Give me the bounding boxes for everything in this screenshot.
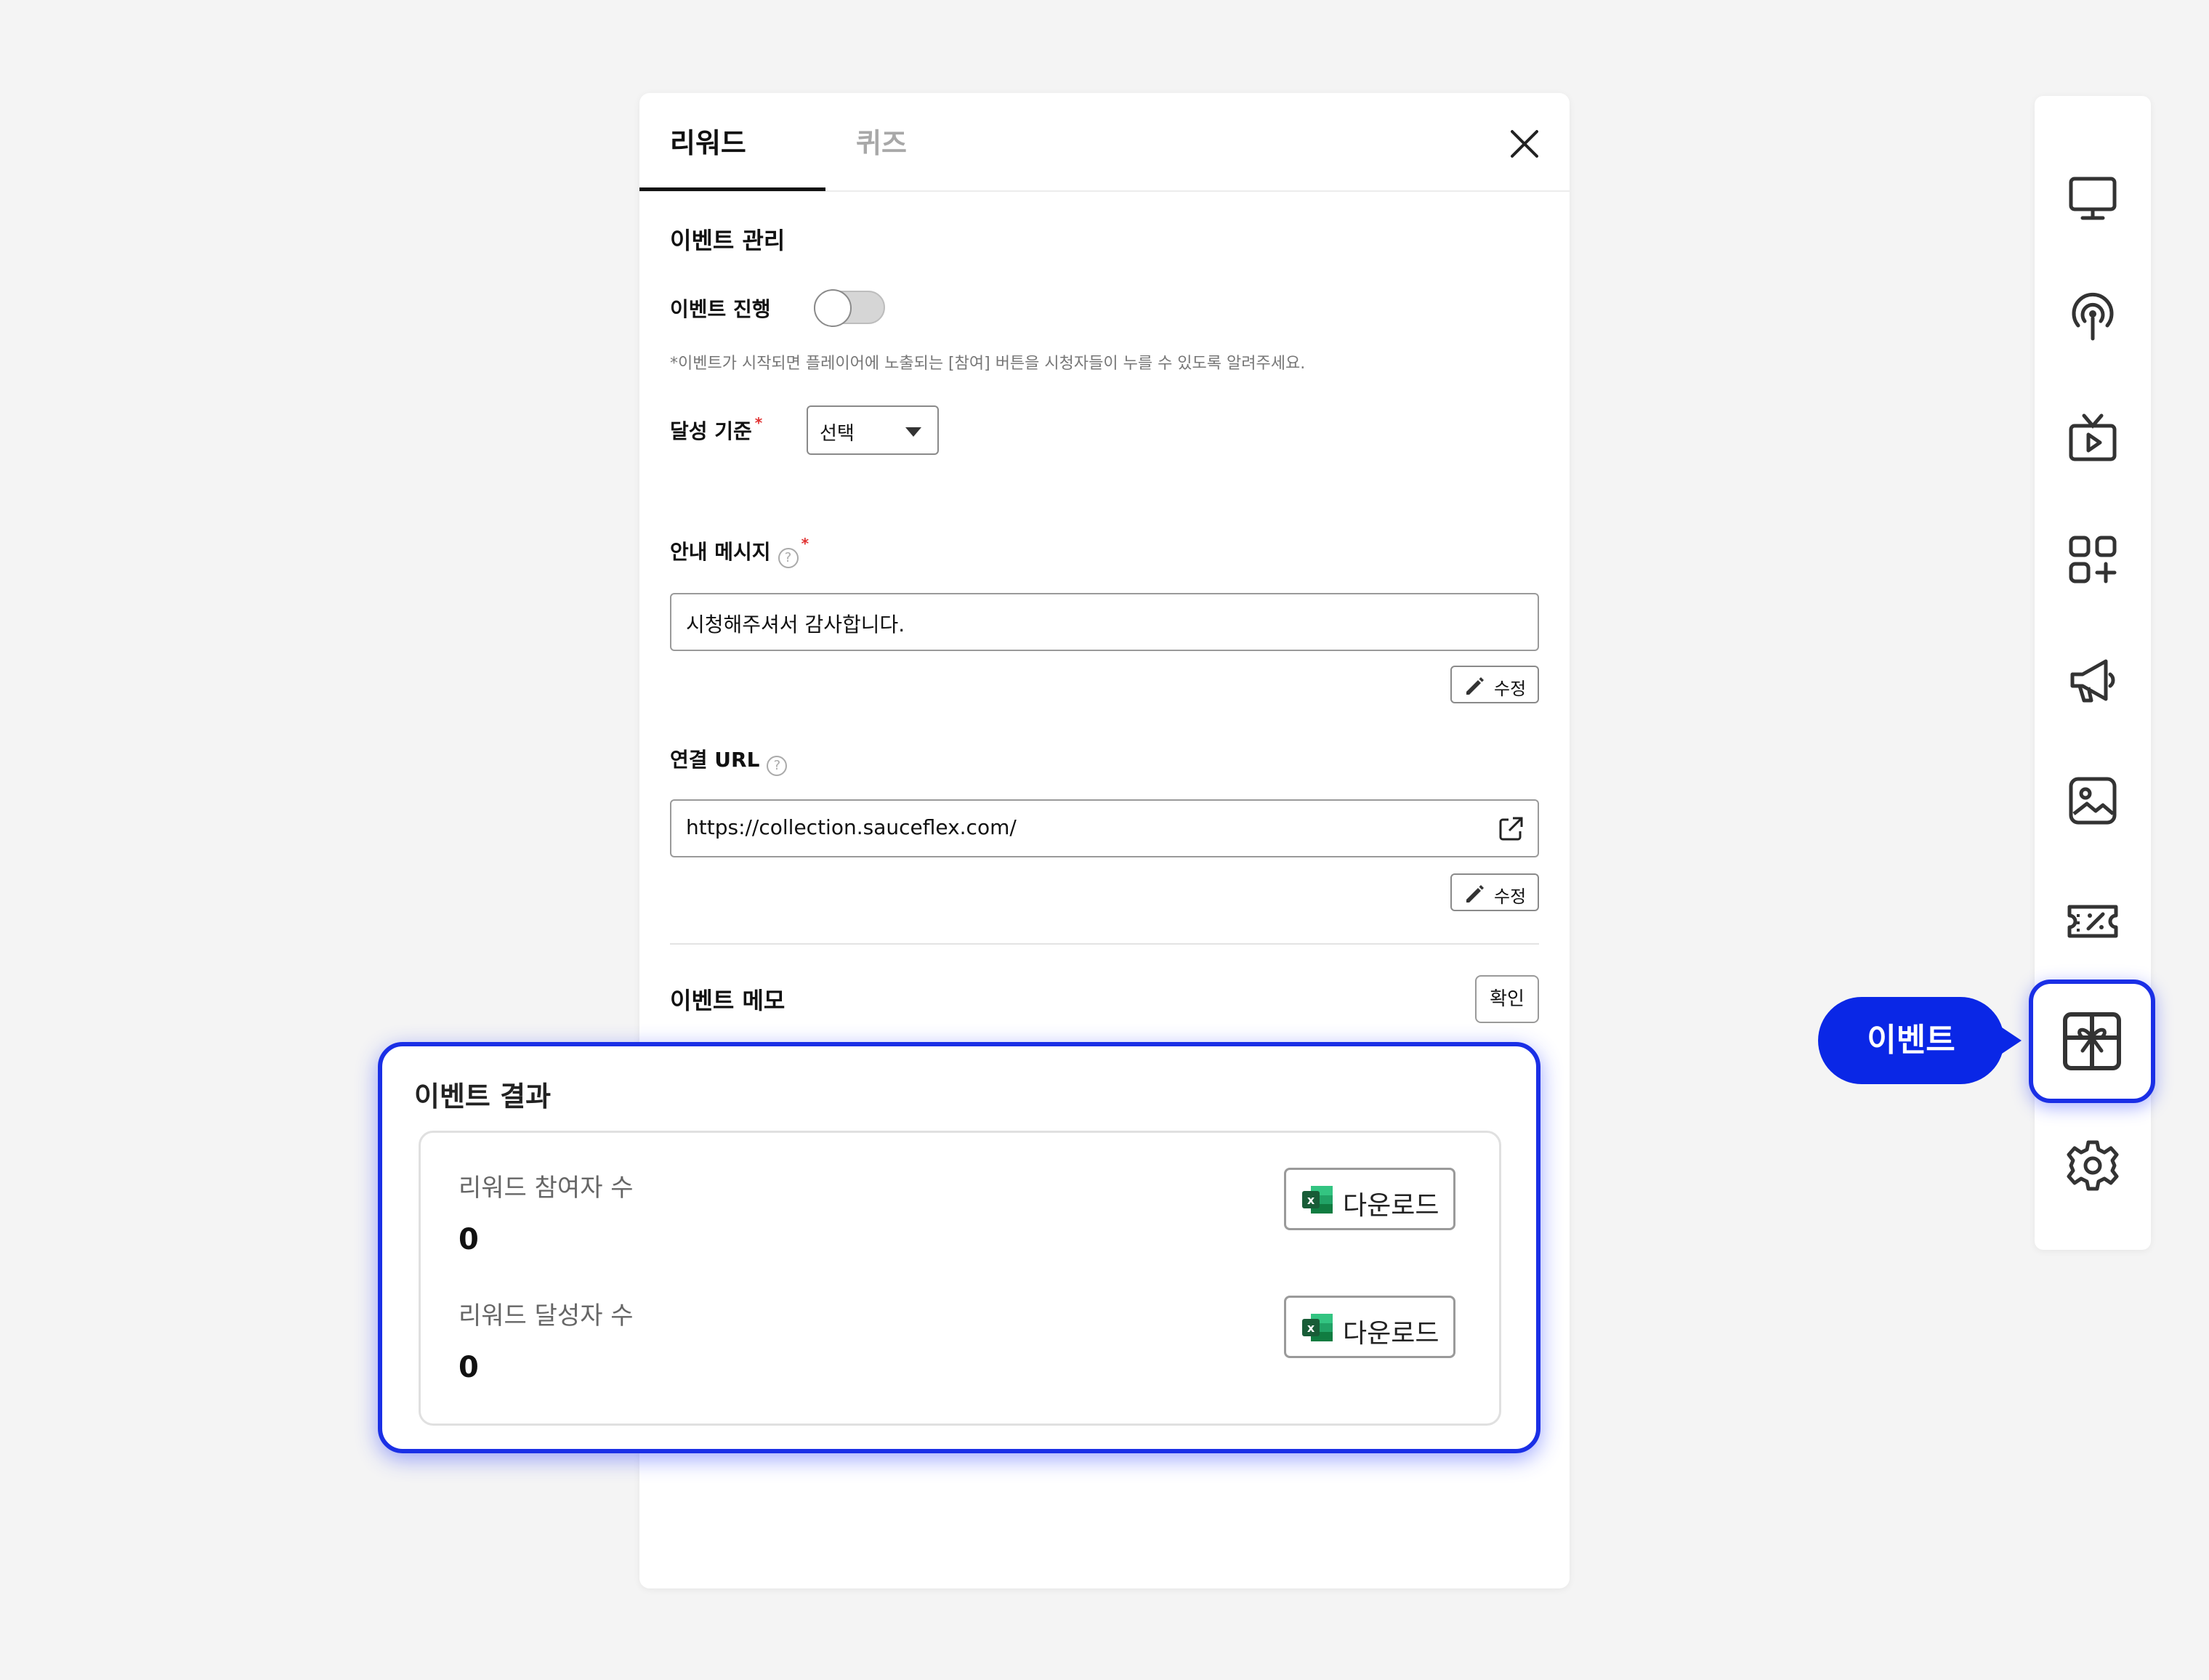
section-divider <box>670 943 1539 945</box>
message-edit-button[interactable]: 수정 <box>1450 666 1539 703</box>
event-result-card: 이벤트 결과 리워드 참여자 수 0 x 다운로드 리워드 달성자 수 0 x … <box>378 1042 1540 1453</box>
event-hint-text: *이벤트가 시작되면 플레이어에 노출되는 [참여] 버튼을 시청자들이 누를 … <box>670 355 1306 373</box>
app-stage: 리워드 퀴즈 이벤트 관리 이벤트 진행 *이벤트가 시작되면 플레이어에 노출… <box>0 0 2209 1680</box>
criteria-select-value: 선택 <box>820 423 855 445</box>
active-tab-indicator <box>639 187 825 191</box>
url-value: https://collection.sauceflex.com/ <box>686 815 1017 839</box>
event-progress-toggle[interactable] <box>814 289 885 327</box>
toggle-knob <box>814 289 852 327</box>
broadcast-icon[interactable] <box>2064 288 2122 346</box>
achievers-download-button[interactable]: x 다운로드 <box>1284 1296 1455 1358</box>
achievers-value: 0 <box>459 1351 479 1384</box>
event-progress-label: 이벤트 진행 <box>670 297 771 321</box>
event-memo-title: 이벤트 메모 <box>670 987 786 1014</box>
participants-download-button[interactable]: x 다운로드 <box>1284 1168 1455 1230</box>
event-management-title: 이벤트 관리 <box>670 227 786 254</box>
help-icon[interactable]: ? <box>767 756 788 776</box>
participants-label: 리워드 참여자 수 <box>459 1174 634 1203</box>
external-link-icon[interactable] <box>1497 815 1525 843</box>
tab-bar: 리워드 퀴즈 <box>639 93 1570 192</box>
pencil-icon <box>1466 885 1484 902</box>
megaphone-icon[interactable] <box>2064 651 2122 709</box>
event-tooltip: 이벤트 <box>1818 997 2022 1084</box>
tv-play-icon[interactable] <box>2064 410 2122 468</box>
help-icon[interactable]: ? <box>778 548 799 568</box>
url-input[interactable]: https://collection.sauceflex.com/ <box>670 799 1539 857</box>
close-icon[interactable] <box>1509 128 1540 160</box>
settings-icon[interactable] <box>2064 1136 2122 1195</box>
message-input[interactable]: 시청해주셔서 감사합니다. <box>670 593 1539 651</box>
image-icon[interactable] <box>2064 772 2122 830</box>
message-label-text: 안내 메시지 <box>670 540 771 564</box>
tab-quiz[interactable]: 퀴즈 <box>856 121 907 161</box>
url-edit-button[interactable]: 수정 <box>1450 873 1539 911</box>
criteria-label: 달성 기준 * <box>670 414 763 445</box>
edit-label: 수정 <box>1494 887 1527 907</box>
excel-icon: x <box>1302 1186 1333 1213</box>
achievers-label: 리워드 달성자 수 <box>459 1301 634 1330</box>
sidebar-item-event[interactable] <box>2029 980 2155 1103</box>
gift-icon <box>2063 1012 2121 1070</box>
caret-down-icon <box>905 427 921 437</box>
event-result-title: 이벤트 결과 <box>414 1081 552 1112</box>
message-label: 안내 메시지 ?* <box>670 535 809 568</box>
download-label: 다운로드 <box>1343 1319 1439 1349</box>
url-label-text: 연결 URL <box>670 748 760 772</box>
svg-text:x: x <box>1307 1321 1315 1335</box>
download-label: 다운로드 <box>1343 1191 1439 1221</box>
criteria-select[interactable]: 선택 <box>807 405 939 455</box>
monitor-icon[interactable] <box>2064 169 2122 227</box>
url-label: 연결 URL? <box>670 744 788 776</box>
required-mark: * <box>801 535 809 552</box>
event-result-box: 리워드 참여자 수 0 x 다운로드 리워드 달성자 수 0 x 다운로드 <box>419 1131 1501 1426</box>
apps-add-icon[interactable] <box>2064 530 2122 589</box>
memo-confirm-button[interactable]: 확인 <box>1475 975 1539 1023</box>
participants-value: 0 <box>459 1223 479 1256</box>
coupon-icon[interactable] <box>2064 892 2122 950</box>
edit-label: 수정 <box>1494 679 1527 699</box>
pencil-icon <box>1466 677 1484 695</box>
criteria-label-text: 달성 기준 <box>670 419 752 443</box>
svg-text:x: x <box>1307 1193 1315 1207</box>
excel-icon: x <box>1302 1314 1333 1341</box>
required-mark: * <box>754 414 763 432</box>
tab-reward[interactable]: 리워드 <box>670 121 746 161</box>
